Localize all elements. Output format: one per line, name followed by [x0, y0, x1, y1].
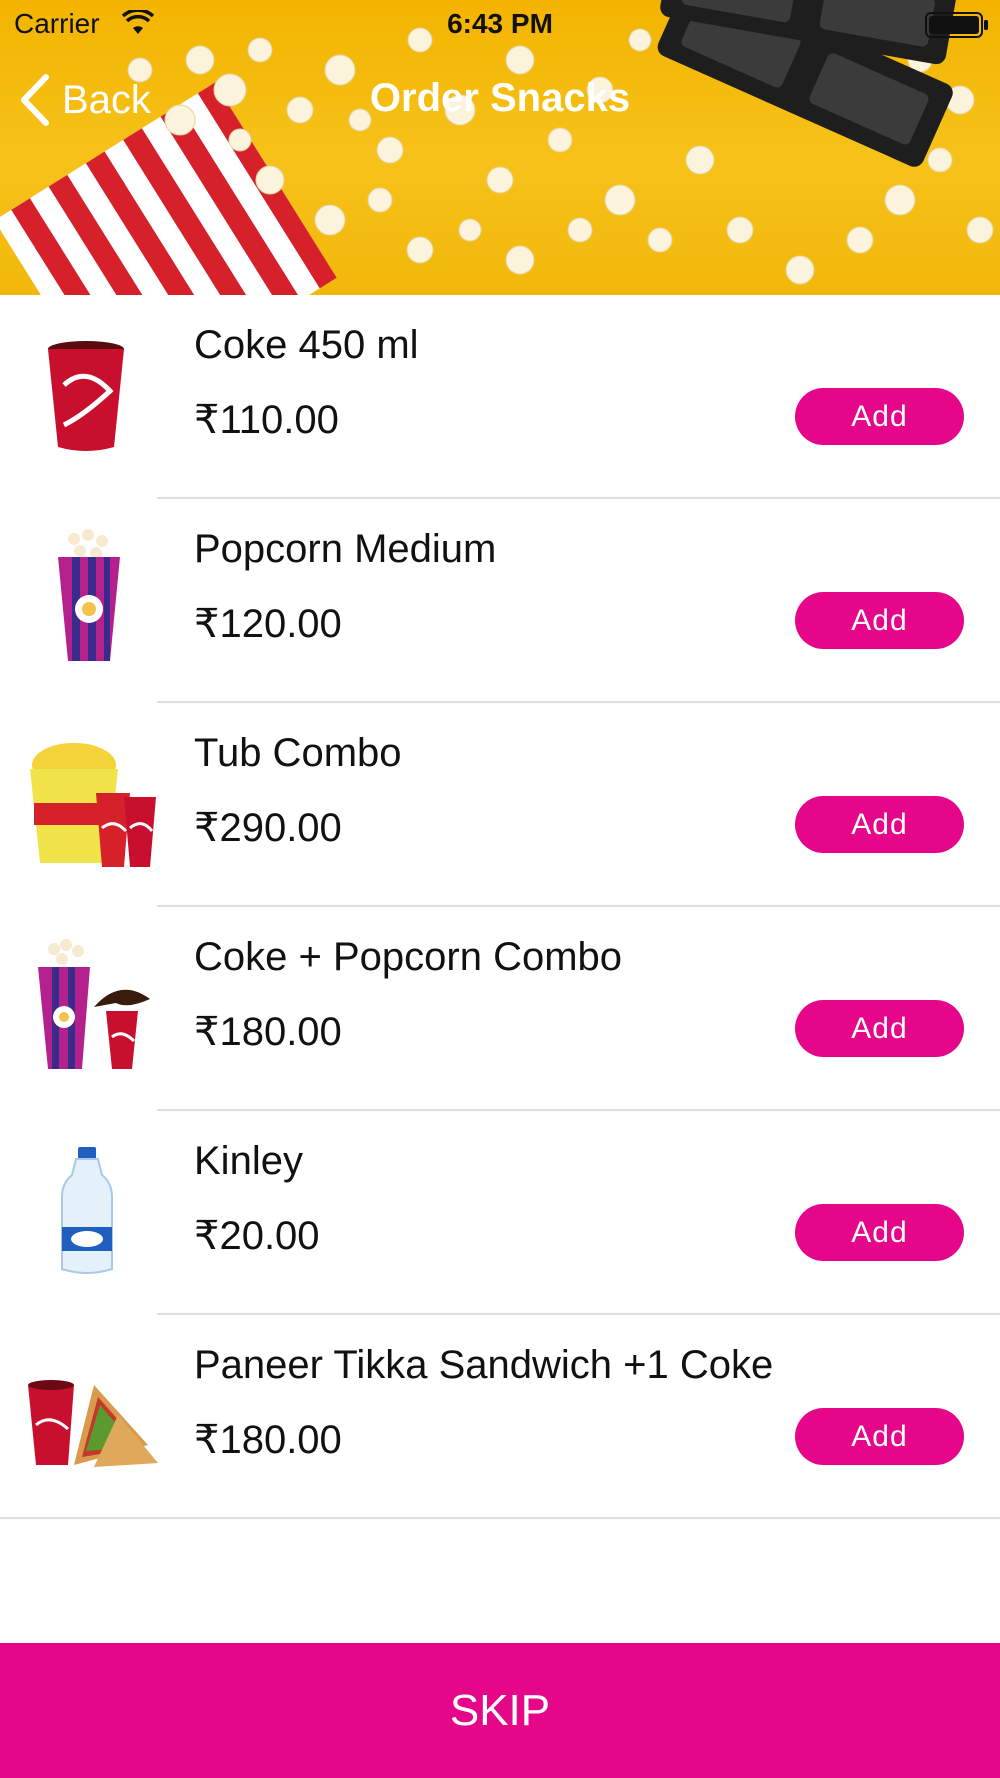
popcorn-tub-combo-icon — [30, 743, 156, 867]
status-time: 6:43 PM — [447, 8, 553, 39]
page-title: Order Snacks — [369, 76, 631, 120]
popcorn-box-icon — [58, 529, 120, 661]
add-button[interactable]: Add — [795, 1408, 964, 1465]
snack-list: Coke 450 ml ₹110.00 Add Popcorn Medium ₹… — [0, 295, 1000, 1519]
item-price: ₹180.00 — [194, 1418, 342, 1462]
skip-button[interactable]: SKIP — [0, 1643, 1000, 1778]
header-banner: Carrier 6:43 PM Back Order Snacks — [0, 0, 1000, 295]
list-item: Paneer Tikka Sandwich +1 Coke ₹180.00 Ad… — [0, 1315, 1000, 1519]
item-price: ₹290.00 — [194, 806, 342, 850]
item-name: Tub Combo — [194, 731, 402, 775]
add-button[interactable]: Add — [795, 796, 964, 853]
add-button[interactable]: Add — [795, 1204, 964, 1261]
item-price: ₹120.00 — [194, 602, 342, 646]
add-button[interactable]: Add — [795, 388, 964, 445]
battery-icon — [925, 12, 988, 38]
item-price: ₹20.00 — [194, 1214, 320, 1258]
item-name: Coke + Popcorn Combo — [194, 935, 623, 979]
list-item: Coke 450 ml ₹110.00 Add — [0, 295, 1000, 499]
item-name: Coke 450 ml — [194, 323, 419, 367]
add-button[interactable]: Add — [795, 592, 964, 649]
water-bottle-icon — [61, 1147, 113, 1274]
list-item: Coke + Popcorn Combo ₹180.00 Add — [0, 907, 1000, 1111]
add-button[interactable]: Add — [795, 1000, 964, 1057]
item-name: Paneer Tikka Sandwich +1 Coke — [194, 1343, 774, 1387]
list-item: Kinley ₹20.00 Add — [0, 1111, 1000, 1315]
item-price: ₹180.00 — [194, 1010, 342, 1054]
divider — [0, 1517, 1000, 1519]
coke-popcorn-combo-icon — [38, 939, 150, 1069]
item-price: ₹110.00 — [194, 398, 339, 442]
coke-cup-icon — [48, 341, 124, 451]
sandwich-coke-icon — [28, 1380, 158, 1467]
item-name: Kinley — [194, 1139, 303, 1183]
item-name: Popcorn Medium — [194, 527, 497, 571]
status-bar: Carrier 6:43 PM — [0, 0, 1000, 50]
list-item: Popcorn Medium ₹120.00 Add — [0, 499, 1000, 703]
list-item: Tub Combo ₹290.00 Add — [0, 703, 1000, 907]
